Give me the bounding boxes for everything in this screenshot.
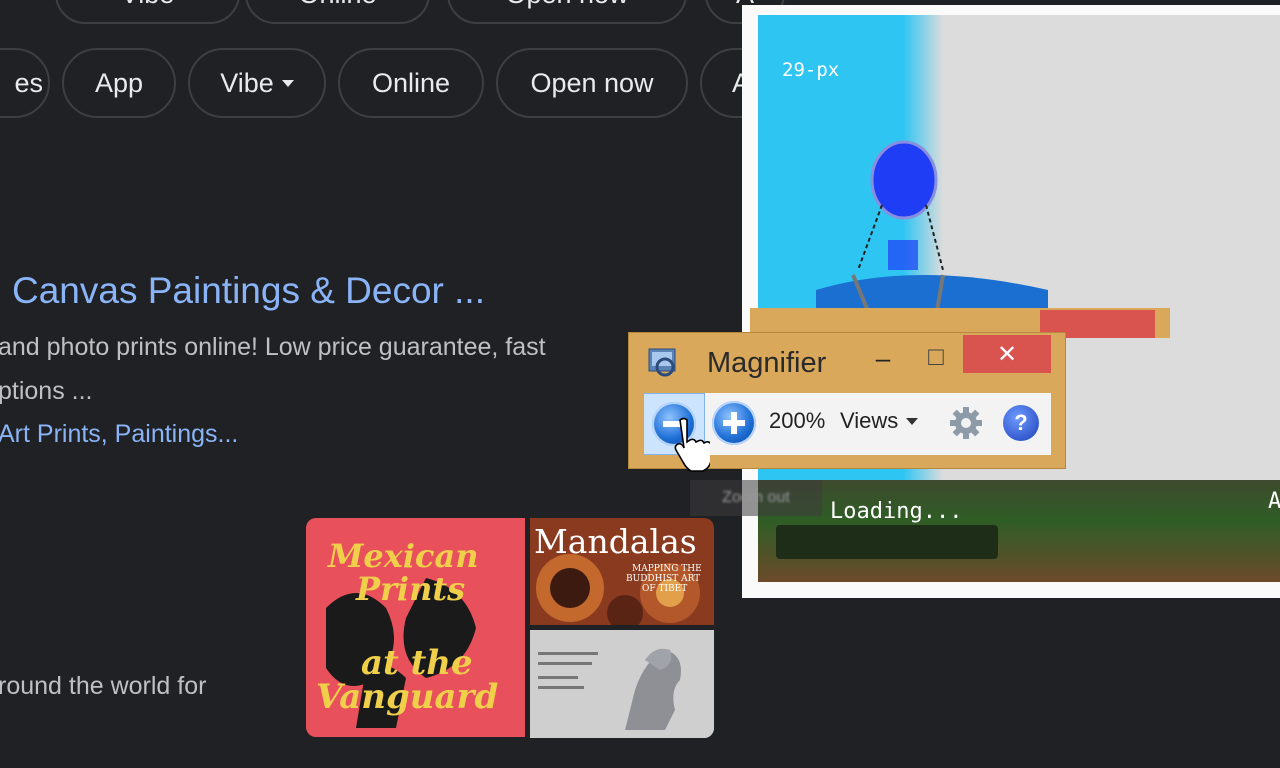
chevron-down-icon: [906, 417, 919, 425]
zoom-out-tooltip: Zoom out: [690, 480, 822, 516]
help-button[interactable]: ?: [1003, 405, 1039, 441]
result-sitelinks[interactable]: Art Prints, Paintings...: [0, 420, 238, 449]
gear-icon: [950, 407, 982, 439]
chip-types[interactable]: es: [0, 48, 50, 118]
zoom-in-button[interactable]: [712, 401, 756, 445]
mandala-subtitle1: MAPPING THE: [632, 564, 702, 574]
game-edge-text: A: [1268, 489, 1280, 514]
minimize-button[interactable]: –: [871, 343, 895, 379]
zoom-level: 200%: [769, 408, 826, 433]
close-button[interactable]: ✕: [963, 335, 1051, 373]
magnifier-title: Magnifier: [707, 347, 827, 379]
result-snippet-line2: ptions ...: [0, 377, 93, 405]
mandala-title: Mandalas: [534, 522, 697, 561]
poster-title-line3: at the: [361, 643, 473, 683]
result-snippet-bottom: round the world for: [0, 672, 207, 700]
sculpture-photo: [530, 630, 714, 738]
maximize-button[interactable]: □: [923, 341, 949, 377]
help-icon: ?: [1014, 410, 1028, 435]
poster-title-line2: Prints: [356, 570, 466, 608]
chip-open-now-top[interactable]: Open now: [447, 0, 687, 24]
result-snippet-line1: and photo prints online! Low price guara…: [0, 333, 546, 361]
hand-cursor-icon: [674, 417, 710, 472]
settings-button[interactable]: [948, 405, 984, 441]
loading-bar: [776, 525, 998, 559]
poster-title-line4: Vanguard: [316, 677, 499, 717]
magnifier-app-icon: [647, 345, 679, 379]
views-dropdown[interactable]: Views: [840, 408, 919, 434]
chevron-down-icon: [281, 79, 294, 87]
close-icon: ✕: [996, 340, 1018, 368]
game-view[interactable]: 29-px Loading... A: [758, 15, 1280, 582]
mandala-subtitle3: OF TIBET: [642, 584, 688, 594]
chip-online[interactable]: Online: [338, 48, 484, 118]
image-mandalas[interactable]: Mandalas MAPPING THE BUDDHIST ART OF TIB…: [530, 518, 714, 625]
image-sculpture[interactable]: [530, 630, 714, 738]
poster-title-line1: Mexican: [328, 537, 479, 575]
loading-text: Loading...: [830, 499, 963, 524]
chip-open-now[interactable]: Open now: [496, 48, 688, 118]
chip-app[interactable]: App: [62, 48, 176, 118]
chip-vibe[interactable]: Vibe: [188, 48, 326, 118]
mandala-subtitle2: BUDDHIST ART: [626, 574, 701, 584]
result-title-link[interactable]: Canvas Paintings & Decor ...: [12, 270, 485, 312]
image-mexican-prints[interactable]: Mexican Prints at the Vanguard: [306, 518, 525, 737]
chip-online-top[interactable]: Online: [245, 0, 430, 24]
chip-vibe-top[interactable]: Vibe: [55, 0, 240, 24]
